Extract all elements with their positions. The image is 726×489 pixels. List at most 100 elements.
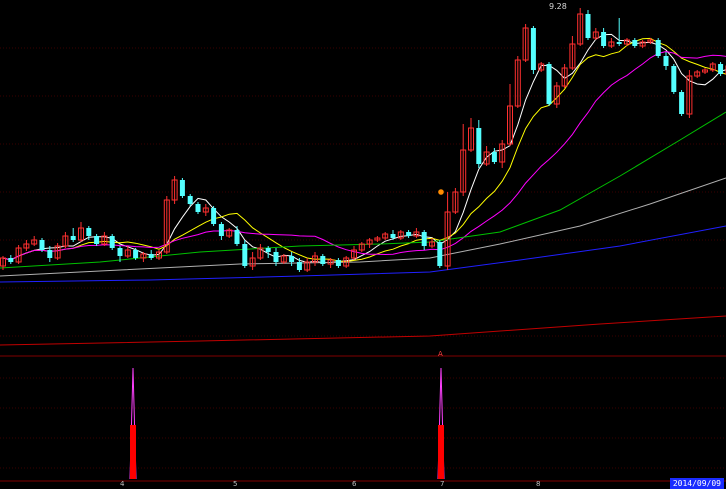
candle[interactable]	[592, 28, 599, 40]
candle[interactable]	[639, 40, 646, 48]
candle-body	[273, 252, 279, 262]
candle[interactable]	[694, 70, 701, 78]
candle[interactable]	[366, 238, 373, 248]
candle[interactable]	[23, 240, 30, 251]
candle[interactable]	[202, 204, 209, 216]
stock-chart[interactable]	[0, 0, 726, 489]
candle[interactable]	[491, 148, 497, 164]
candle[interactable]	[397, 230, 404, 240]
candle-body	[632, 40, 638, 46]
candle[interactable]	[718, 62, 724, 76]
candle[interactable]	[78, 222, 84, 242]
candle[interactable]	[218, 222, 224, 240]
time-tick: 4	[120, 480, 125, 488]
candle[interactable]	[15, 245, 22, 264]
candle[interactable]	[109, 234, 115, 250]
candle-body	[211, 208, 217, 224]
grid-lines	[0, 47, 726, 469]
candle[interactable]	[249, 252, 256, 270]
candle[interactable]	[569, 36, 576, 70]
candle[interactable]	[211, 206, 217, 226]
candle[interactable]	[101, 232, 108, 246]
candle[interactable]	[320, 254, 326, 266]
buy-dot-icon	[438, 189, 444, 195]
candle[interactable]	[460, 124, 467, 196]
signal-bar	[130, 425, 136, 479]
candle-body	[86, 228, 92, 236]
candle-body	[491, 152, 497, 162]
candle[interactable]	[507, 84, 513, 146]
candle-body	[109, 236, 115, 248]
candle[interactable]	[709, 62, 716, 72]
candle[interactable]	[54, 243, 61, 260]
candle[interactable]	[8, 255, 14, 264]
candle[interactable]	[280, 254, 287, 264]
candle[interactable]	[406, 230, 412, 238]
candle[interactable]	[671, 64, 677, 94]
candle[interactable]	[421, 230, 427, 250]
candle[interactable]	[476, 120, 482, 168]
candle[interactable]	[601, 28, 607, 48]
candle[interactable]	[335, 258, 341, 268]
candle-body	[476, 128, 482, 164]
candle[interactable]	[546, 62, 552, 106]
candle[interactable]	[226, 228, 233, 238]
candle[interactable]	[632, 38, 638, 48]
candle[interactable]	[499, 140, 506, 168]
candle[interactable]	[468, 118, 474, 152]
high-price-label: 9.28	[549, 2, 567, 11]
candle[interactable]	[304, 258, 311, 272]
signal-spike	[129, 367, 137, 480]
candle[interactable]	[94, 234, 100, 246]
candle[interactable]	[374, 236, 381, 242]
candle-body	[655, 40, 661, 56]
candle[interactable]	[522, 24, 529, 62]
candle-body	[234, 230, 240, 244]
candle-body	[265, 248, 271, 252]
candle[interactable]	[616, 18, 622, 46]
candle-body	[335, 260, 341, 266]
candle[interactable]	[452, 188, 459, 214]
candle[interactable]	[514, 56, 521, 108]
candle[interactable]	[257, 244, 264, 260]
candle[interactable]	[655, 38, 661, 58]
candle[interactable]	[663, 52, 669, 70]
ma10-line	[2, 37, 726, 263]
candle[interactable]	[444, 192, 451, 270]
candle[interactable]	[679, 90, 685, 116]
candle[interactable]	[382, 232, 389, 240]
candle[interactable]	[39, 238, 45, 252]
candle[interactable]	[413, 228, 420, 238]
candle[interactable]	[577, 8, 584, 46]
candle-body	[242, 244, 248, 266]
candle[interactable]	[148, 250, 154, 260]
candle[interactable]	[179, 178, 185, 198]
candle[interactable]	[530, 26, 536, 74]
time-tick: 8	[536, 480, 541, 488]
candle-body	[195, 204, 201, 212]
candle[interactable]	[608, 38, 615, 48]
candle[interactable]	[351, 246, 357, 260]
ma20-line	[2, 50, 726, 261]
candle-body	[663, 56, 669, 66]
candle[interactable]	[686, 70, 693, 118]
candle[interactable]	[171, 176, 178, 204]
candle[interactable]	[70, 228, 76, 242]
signal-marker-label: A	[438, 350, 443, 358]
candle[interactable]	[195, 202, 201, 214]
candle-body	[187, 196, 193, 204]
long-line	[0, 315, 726, 346]
candle[interactable]	[296, 258, 302, 272]
candle[interactable]	[289, 252, 295, 266]
candle[interactable]	[358, 242, 365, 252]
candle[interactable]	[437, 240, 443, 268]
moving-average-lines	[0, 33, 726, 283]
candle[interactable]	[31, 236, 38, 246]
candle[interactable]	[702, 68, 708, 74]
candle[interactable]	[234, 226, 240, 246]
candle[interactable]	[538, 62, 545, 72]
candle[interactable]	[242, 240, 248, 268]
candle[interactable]	[585, 10, 591, 40]
candle-body	[8, 258, 14, 262]
candle-body	[94, 236, 100, 244]
